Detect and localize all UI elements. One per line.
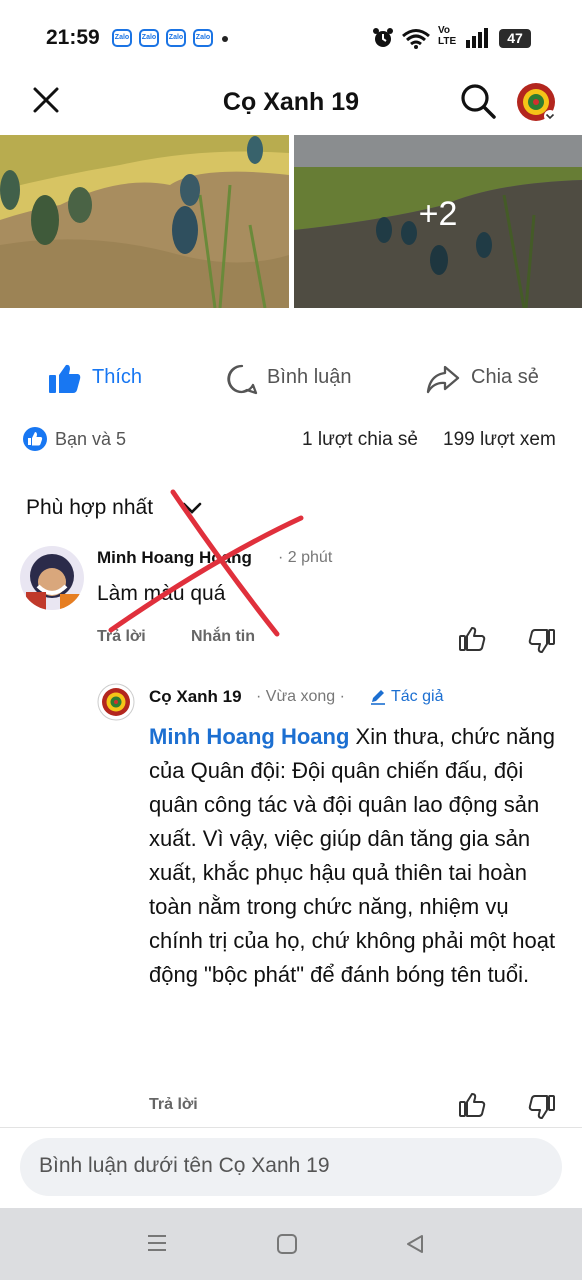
post-photo-1[interactable] <box>0 135 289 308</box>
reply-link[interactable]: Trả lời <box>149 1096 198 1114</box>
zalo-notification-icon: Zalo <box>139 29 159 47</box>
comment-input-placeholder: Bình luận dưới tên Cọ Xanh 19 <box>39 1154 330 1177</box>
zalo-notification-icon: Zalo <box>193 29 213 47</box>
post-photo-2[interactable]: +2 <box>294 135 582 308</box>
home-icon[interactable] <box>276 1233 298 1255</box>
chevron-down-icon <box>544 110 556 122</box>
views-count: 199 lượt xem <box>443 429 556 450</box>
more-photos-count: +2 <box>418 195 458 233</box>
reply-time: · Vừa xong · <box>256 688 345 705</box>
thumbs-up-icon <box>49 364 81 393</box>
back-icon[interactable] <box>404 1233 426 1255</box>
commenter-avatar[interactable] <box>20 546 84 610</box>
like-reaction-icon <box>23 427 47 451</box>
thumbs-down-icon[interactable] <box>528 628 556 654</box>
reply-text: Minh Hoang Hoang Xin thưa, chức năng của… <box>149 720 559 992</box>
red-cross-mark <box>108 489 304 637</box>
reply-author[interactable]: Cọ Xanh 19 <box>149 687 242 707</box>
comment-button[interactable]: Bình luận <box>226 362 366 396</box>
zalo-notification-icon: Zalo <box>112 29 132 47</box>
volte-icon: Vo LTE <box>438 25 457 47</box>
search-icon[interactable] <box>459 82 497 120</box>
recent-apps-icon[interactable] <box>146 1233 168 1253</box>
page-avatar-switcher[interactable] <box>516 82 556 122</box>
mention-link[interactable]: Minh Hoang Hoang <box>149 724 349 749</box>
more-notifications-dot <box>222 36 228 42</box>
system-nav-bar <box>0 1208 582 1280</box>
share-icon <box>426 365 460 394</box>
reply-body: Xin thưa, chức năng của Quân đội: Đội qu… <box>149 724 556 987</box>
share-button[interactable]: Chia sẻ <box>426 362 556 396</box>
divider <box>0 1127 582 1128</box>
thumbs-down-icon[interactable] <box>528 1094 556 1120</box>
like-label: Thích <box>92 366 143 388</box>
comment-input[interactable]: Bình luận dưới tên Cọ Xanh 19 <box>20 1138 562 1196</box>
page-reply-avatar[interactable] <box>97 683 135 721</box>
signal-icon <box>466 28 488 48</box>
pencil-icon <box>371 690 385 705</box>
thumbs-up-icon[interactable] <box>458 626 486 652</box>
status-bar: 21:59 Zalo Zalo Zalo Zalo Vo LTE 47 <box>0 0 582 74</box>
like-button[interactable]: Thích <box>48 362 158 396</box>
reactions-text: Bạn và 5 <box>55 429 127 449</box>
shares-count[interactable]: 1 lượt chia sẻ <box>302 429 418 451</box>
clock: 21:59 <box>46 26 100 49</box>
battery-icon: 47 <box>499 29 531 48</box>
reactions-summary[interactable]: Bạn và 5 <box>22 426 152 452</box>
share-label: Chia sẻ <box>471 366 539 388</box>
alarm-icon <box>373 28 393 47</box>
author-badge: Tác giả <box>391 688 444 705</box>
comment-label: Bình luận <box>267 366 352 388</box>
zalo-notification-icon: Zalo <box>166 29 186 47</box>
comment-icon <box>227 364 258 395</box>
wifi-icon <box>402 29 430 49</box>
thumbs-up-icon[interactable] <box>458 1092 486 1118</box>
